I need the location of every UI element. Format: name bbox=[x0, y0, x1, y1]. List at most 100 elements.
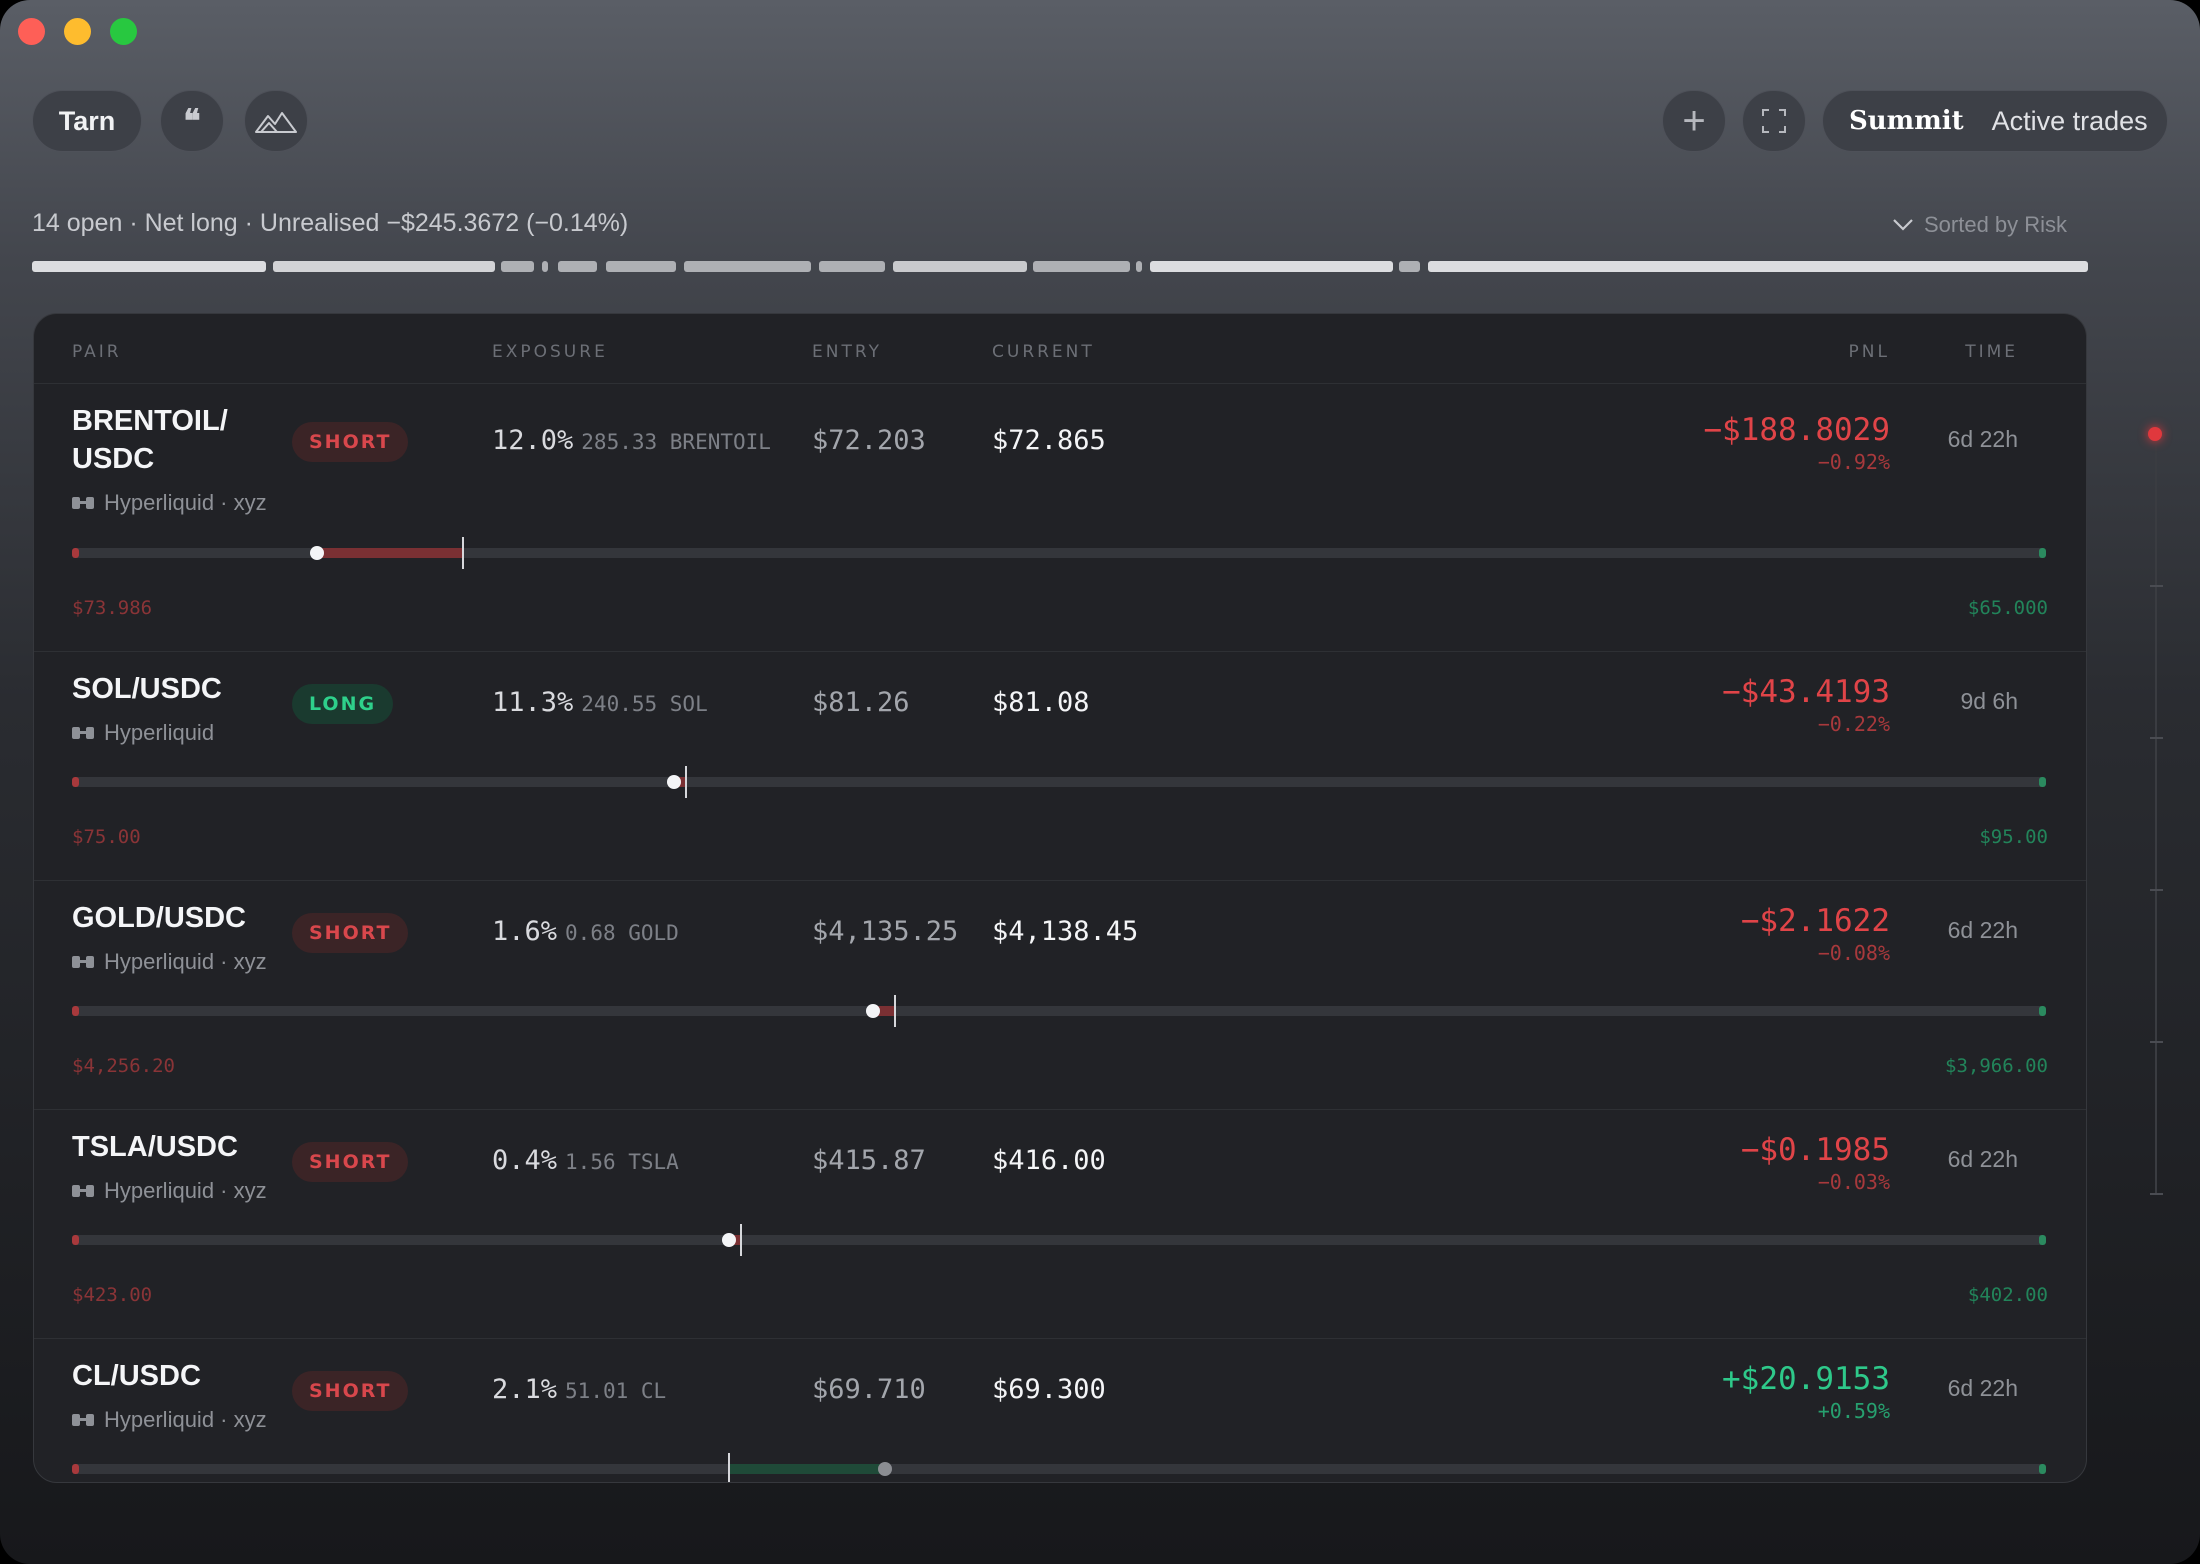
risk-scroll-rail[interactable] bbox=[2155, 430, 2157, 1195]
current-price: $72.865 bbox=[992, 425, 1106, 456]
stop-loss-marker bbox=[72, 548, 79, 558]
zoom-window-button[interactable] bbox=[110, 18, 137, 45]
workspace-title: Summit bbox=[1849, 106, 1964, 136]
pnl-percent: −0.22% bbox=[1817, 712, 1890, 736]
table-row[interactable]: GOLD/USDC Hyperliquid · xyz SHORT 1.6% 0.68 … bbox=[34, 881, 2086, 1110]
risk-segment bbox=[1136, 261, 1143, 272]
rail-tick bbox=[2150, 889, 2163, 891]
exposure-cell: 2.1% 51.01 CL bbox=[492, 1374, 666, 1405]
chevron-down-icon bbox=[1893, 219, 1913, 231]
add-button[interactable]: + bbox=[1662, 90, 1726, 152]
plus-icon: + bbox=[1682, 98, 1706, 143]
current-price: $416.00 bbox=[992, 1145, 1106, 1176]
risk-segment bbox=[893, 261, 1028, 272]
sort-dropdown[interactable]: Sorted by Risk bbox=[1892, 212, 2067, 238]
header-time[interactable]: TIME bbox=[1965, 342, 2018, 362]
exchange-icon bbox=[72, 496, 94, 510]
risk-segment bbox=[1033, 261, 1130, 272]
pair-name: SOL/USDC bbox=[72, 673, 222, 705]
risk-segment bbox=[272, 261, 495, 272]
close-window-button[interactable] bbox=[18, 18, 45, 45]
trade-age: 6d 22h bbox=[1947, 1146, 2018, 1172]
pair-name: CL/USDC bbox=[72, 1360, 201, 1392]
stop-loss-label: $423.00 bbox=[72, 1284, 153, 1306]
risk-segment bbox=[683, 261, 812, 272]
side-badge: SHORT bbox=[292, 1371, 409, 1411]
pnl-fill bbox=[729, 1464, 886, 1474]
pnl-value: −$0.1985 bbox=[1740, 1132, 1890, 1168]
current-price: $81.08 bbox=[992, 687, 1090, 718]
pnl-fill bbox=[316, 548, 463, 558]
stop-loss-marker bbox=[72, 777, 79, 787]
header-exposure[interactable]: EXPOSURE bbox=[492, 342, 608, 362]
pnl-percent: −0.92% bbox=[1817, 450, 1890, 474]
entry-price: $69.710 bbox=[812, 1374, 926, 1405]
expand-icon bbox=[1762, 109, 1786, 133]
exchange-icon bbox=[72, 955, 94, 969]
exposure-cell: 12.0% 285.33 BRENTOIL bbox=[492, 425, 771, 456]
stop-loss-label: $4,256.20 bbox=[72, 1055, 175, 1077]
pnl-value: −$43.4193 bbox=[1722, 674, 1890, 710]
exposure-pct: 0.4% bbox=[492, 1145, 558, 1176]
sort-label: Sorted by Risk bbox=[1924, 212, 2068, 237]
fullscreen-button[interactable] bbox=[1742, 90, 1806, 152]
chart-view-button[interactable] bbox=[244, 90, 308, 152]
exposure-pct: 12.0% bbox=[492, 425, 574, 456]
pnl-value: −$2.1622 bbox=[1740, 903, 1890, 939]
entry-price: $415.87 bbox=[812, 1145, 926, 1176]
venue: Hyperliquid · xyz bbox=[72, 1178, 267, 1204]
table-row[interactable]: BRENTOIL/ USDC Hyperliquid · xyz SHORT 12.0… bbox=[34, 384, 2086, 652]
venue: Hyperliquid · xyz bbox=[72, 490, 267, 516]
exposure-qty: 51.01 CL bbox=[565, 1379, 667, 1403]
minimize-window-button[interactable] bbox=[64, 18, 91, 45]
rail-tick bbox=[2150, 1193, 2163, 1195]
header-pair[interactable]: PAIR bbox=[72, 342, 122, 362]
stop-loss-label: $75.00 bbox=[72, 826, 141, 848]
exposure-qty: 0.68 GOLD bbox=[565, 921, 679, 945]
rail-position-indicator[interactable] bbox=[2148, 427, 2162, 441]
venue: Hyperliquid bbox=[72, 720, 214, 746]
mountain-icon bbox=[255, 112, 297, 133]
entry-marker bbox=[728, 1453, 731, 1482]
take-profit-marker bbox=[2039, 1464, 2046, 1474]
current-price-dot bbox=[667, 775, 682, 789]
venue-label: Hyperliquid · xyz bbox=[104, 949, 267, 974]
risk-segment bbox=[558, 261, 598, 272]
current-price-dot bbox=[309, 546, 324, 560]
exposure-cell: 1.6% 0.68 GOLD bbox=[492, 916, 679, 947]
stop-loss-label: $73.986 bbox=[72, 597, 153, 619]
pnl-percent: −0.08% bbox=[1817, 941, 1890, 965]
header-entry[interactable]: ENTRY bbox=[812, 342, 882, 362]
risk-segment bbox=[819, 261, 886, 272]
exposure-cell: 0.4% 1.56 TSLA bbox=[492, 1145, 679, 1176]
risk-segment bbox=[500, 261, 534, 272]
table-header: PAIR EXPOSURE ENTRY CURRENT PNL TIME bbox=[34, 314, 2086, 384]
venue-label: Hyperliquid bbox=[104, 720, 215, 745]
header-pnl[interactable]: PNL bbox=[1849, 342, 1890, 362]
quote-button[interactable]: ❝ bbox=[160, 90, 224, 152]
stop-loss-marker bbox=[72, 1464, 79, 1474]
take-profit-label: $95.00 bbox=[1979, 826, 2048, 848]
trade-age: 6d 22h bbox=[1947, 917, 2018, 943]
entry-price: $81.26 bbox=[812, 687, 910, 718]
tarn-button[interactable]: Tarn bbox=[32, 90, 142, 152]
exchange-icon bbox=[72, 1184, 94, 1198]
workspace-subtitle: Active trades bbox=[1991, 105, 2148, 136]
pnl-percent: +0.59% bbox=[1817, 1399, 1890, 1423]
quote-icon: ❝ bbox=[183, 102, 201, 140]
header-current[interactable]: CURRENT bbox=[992, 342, 1095, 362]
rail-tick bbox=[2150, 585, 2163, 587]
exposure-qty: 285.33 BRENTOIL bbox=[581, 430, 771, 454]
take-profit-label: $65.000 bbox=[1967, 597, 2048, 619]
table-row[interactable]: CL/USDC Hyperliquid · xyz SHORT 2.1% 51.01 C… bbox=[34, 1339, 2086, 1482]
table-row[interactable]: SOL/USDC Hyperliquid LONG 11.3% 240.55 SOL $8… bbox=[34, 652, 2086, 881]
price-range-track bbox=[72, 537, 2046, 569]
current-price: $69.300 bbox=[992, 1374, 1106, 1405]
workspace-switcher[interactable]: Summit Active trades bbox=[1822, 90, 2168, 152]
exposure-pct: 1.6% bbox=[492, 916, 558, 947]
risk-segment bbox=[605, 261, 676, 272]
entry-price: $4,135.25 bbox=[812, 916, 959, 947]
entry-marker bbox=[894, 995, 897, 1027]
table-row[interactable]: TSLA/USDC Hyperliquid · xyz SHORT 0.4% 1.56 … bbox=[34, 1110, 2086, 1339]
entry-marker bbox=[684, 766, 687, 798]
